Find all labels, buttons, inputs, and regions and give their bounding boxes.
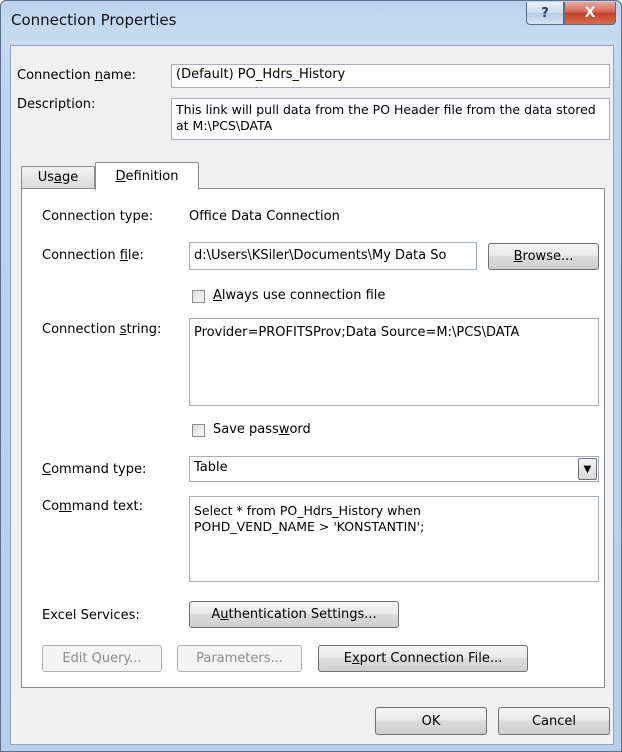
command-text-label: Command text: [42,499,143,514]
tab-strip: Usage Definition [21,162,321,190]
connection-type-label: Connection type: [42,209,154,224]
close-icon: X [584,5,596,21]
export-connection-file-button[interactable]: Export Connection File... [318,645,528,672]
help-icon: ? [541,5,549,21]
tab-usage[interactable]: Usage [21,166,95,188]
window-title: Connection Properties [11,11,177,29]
dialog-client-area: Connection name: (Default) PO_Hdrs_Histo… [10,45,614,745]
connection-string-input[interactable]: Provider=PROFITSProv;Data Source=M:\PCS\… [189,318,599,406]
command-type-label: Command type: [42,462,147,477]
close-button[interactable]: X [564,2,616,25]
excel-services-label: Excel Services: [42,608,140,623]
command-type-value: Table [194,460,228,475]
connection-file-label: Connection file: [42,248,144,263]
connection-name-label: Connection name: [17,68,136,83]
authentication-settings-label: Authentication Settings... [211,607,377,622]
parameters-button[interactable]: Parameters... [177,645,302,672]
definition-panel: Connection type: Office Data Connection … [21,188,605,688]
save-password-label[interactable]: Save password [213,422,311,437]
authentication-settings-button[interactable]: Authentication Settings... [189,601,399,628]
ok-button[interactable]: OK [375,707,487,735]
browse-button[interactable]: Browse... [488,243,599,270]
title-bar[interactable]: Connection Properties ? X [1,1,621,45]
dropdown-arrow-icon[interactable]: ▼ [578,458,597,480]
always-use-label[interactable]: Always use connection file [213,288,385,303]
cancel-button[interactable]: Cancel [498,707,610,735]
always-use-checkbox[interactable] [192,290,205,303]
tab-definition[interactable]: Definition [95,162,199,190]
connection-type-value: Office Data Connection [189,209,340,224]
command-type-select[interactable]: Table ▼ [189,456,599,482]
connection-string-label: Connection string: [42,322,162,337]
connection-properties-dialog: Connection Properties ? X Connection nam… [0,0,622,752]
export-connection-file-label: Export Connection File... [343,651,503,666]
tab-usage-label: Usage [37,170,79,185]
help-button[interactable]: ? [526,2,564,25]
browse-button-label: Browse... [513,249,574,264]
connection-name-input[interactable]: (Default) PO_Hdrs_History [171,64,610,88]
edit-query-button[interactable]: Edit Query... [42,645,162,672]
description-input[interactable]: This link will pull data from the PO Hea… [171,98,610,140]
save-password-checkbox[interactable] [192,424,205,437]
command-text-input[interactable]: Select * from PO_Hdrs_History when POHD_… [189,496,599,582]
description-label: Description: [17,97,96,112]
tab-definition-label: Definition [115,169,179,184]
connection-file-input[interactable]: d:\Users\KSiler\Documents\My Data So [189,242,477,270]
